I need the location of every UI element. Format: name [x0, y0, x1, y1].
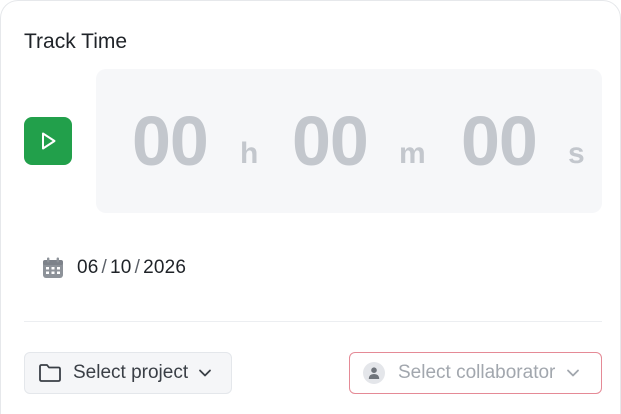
folder-icon: [39, 364, 61, 382]
date-month[interactable]: 06: [77, 257, 99, 278]
chevron-down-icon: [199, 369, 212, 377]
divider: [24, 321, 602, 322]
start-timer-button[interactable]: [24, 117, 72, 165]
select-collaborator-dropdown[interactable]: Select collaborator: [349, 352, 602, 394]
timer-hours: 00: [132, 102, 209, 180]
timer-seconds-unit: s: [568, 137, 585, 170]
select-project-label: Select project: [73, 362, 189, 383]
panel-title: Track Time: [24, 30, 128, 53]
timer-minutes: 00: [292, 102, 369, 180]
chevron-down-icon: [567, 369, 580, 377]
date-day[interactable]: 10: [110, 257, 132, 278]
track-time-panel: Track Time 00 h 00 m 00 s 06/10/2026 Sel: [0, 0, 621, 414]
date-value[interactable]: 06/10/2026: [77, 257, 186, 279]
user-icon: [363, 362, 385, 384]
select-project-dropdown[interactable]: Select project: [24, 352, 232, 394]
timer-hours-unit: h: [240, 137, 259, 170]
timer-seconds: 00: [461, 102, 538, 180]
date-separator: /: [134, 257, 141, 278]
select-collaborator-label: Select collaborator: [398, 362, 556, 383]
date-separator: /: [101, 257, 108, 278]
calendar-icon: [43, 257, 63, 278]
date-year[interactable]: 2026: [143, 257, 186, 278]
timer-minutes-unit: m: [399, 137, 426, 170]
play-icon: [42, 132, 56, 150]
date-field[interactable]: 06/10/2026: [41, 255, 186, 281]
